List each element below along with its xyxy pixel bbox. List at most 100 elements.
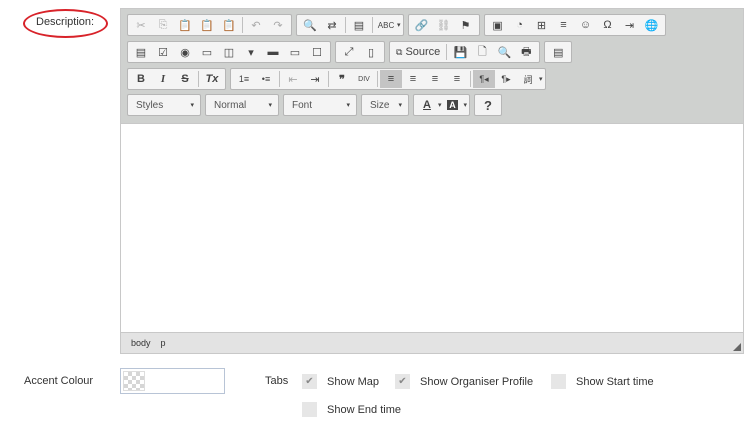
show-organiser-profile-checkbox[interactable]: ✔: [395, 374, 410, 389]
spellcheck-icon[interactable]: ABC: [375, 16, 397, 34]
remove-format-icon[interactable]: Tx: [201, 70, 223, 88]
paste-word-icon[interactable]: 📋: [218, 16, 240, 34]
ltr-icon[interactable]: ¶◂: [473, 70, 495, 88]
show-start-time-option[interactable]: Show Start time: [551, 374, 654, 389]
horizontal-line-icon[interactable]: ≡: [553, 16, 575, 34]
new-page-icon[interactable]: 🗋: [471, 43, 493, 61]
button-field-icon[interactable]: ▬: [262, 43, 284, 61]
tabs-label: Tabs: [265, 375, 289, 387]
toolbar-separator: [345, 17, 346, 33]
div-container-icon[interactable]: DIV: [353, 70, 375, 88]
show-end-time-option[interactable]: Show End time: [302, 402, 401, 417]
show-map-label: Show Map: [327, 375, 379, 388]
print-icon[interactable]: 🖶: [515, 43, 537, 61]
toolbar-separator: [242, 17, 243, 33]
forms-group: ▤ ☑ ◉ ▭ ◫ ▾ ▬ ▭ ☐: [127, 41, 331, 63]
toolbar-separator: [446, 44, 448, 60]
italic-icon[interactable]: I: [152, 70, 174, 88]
clipboard-group: ✂ ⎘ 📋 📋 📋 ↶ ↷: [127, 14, 292, 36]
rtl-icon[interactable]: ¶▸: [495, 70, 517, 88]
show-blocks-icon[interactable]: ▯: [360, 43, 382, 61]
replace-icon[interactable]: ⇄: [321, 16, 343, 34]
editor-toolbar: ✂ ⎘ 📋 📋 📋 ↶ ↷ 🔍 ⇄ ▤ ABC ▾ 🔗 ⛓ ⚑ ▣ ◔ ⊞ ≡ …: [121, 9, 743, 123]
checkbox-icon[interactable]: ☑: [152, 43, 174, 61]
transparent-swatch-icon[interactable]: [123, 371, 145, 391]
image-button-icon[interactable]: ▭: [284, 43, 306, 61]
show-start-time-checkbox[interactable]: [551, 374, 566, 389]
accent-colour-input[interactable]: [120, 368, 225, 394]
hidden-field-icon[interactable]: ☐: [306, 43, 328, 61]
chevron-down-icon[interactable]: ▾: [539, 75, 543, 83]
show-organiser-profile-option[interactable]: ✔ Show Organiser Profile: [395, 374, 533, 389]
help-icon[interactable]: ?: [477, 96, 499, 114]
show-organiser-profile-label: Show Organiser Profile: [420, 375, 534, 388]
undo-icon[interactable]: ↶: [245, 16, 267, 34]
accent-colour-label: Accent Colour: [24, 375, 94, 387]
maximize-icon[interactable]: ⤢: [338, 43, 360, 61]
size-dropdown-label: Size: [370, 99, 390, 111]
outdent-icon[interactable]: ⇤: [282, 70, 304, 88]
source-icon: ⧉: [396, 46, 403, 57]
format-dropdown[interactable]: Normal ▾: [205, 94, 279, 116]
radio-icon[interactable]: ◉: [174, 43, 196, 61]
unlink-icon[interactable]: ⛓: [433, 16, 455, 34]
colors-group: A ▾ A ▾: [413, 94, 471, 116]
select-all-icon[interactable]: ▤: [348, 16, 370, 34]
textarea-icon[interactable]: ◫: [218, 43, 240, 61]
path-body[interactable]: body: [131, 338, 151, 348]
view-group: ⤢ ▯: [335, 41, 385, 63]
iframe-globe-icon[interactable]: 🌐: [641, 16, 663, 34]
background-color-icon[interactable]: A: [442, 96, 464, 114]
paste-text-icon[interactable]: 📋: [196, 16, 218, 34]
image-icon[interactable]: ▣: [487, 16, 509, 34]
styles-dropdown[interactable]: Styles ▾: [127, 94, 201, 116]
save-icon[interactable]: 💾: [449, 43, 471, 61]
editor-content-area[interactable]: [121, 123, 743, 333]
source-button[interactable]: ⧉ Source: [392, 43, 444, 61]
redo-icon[interactable]: ↷: [267, 16, 289, 34]
rich-text-editor: ✂ ⎘ 📋 📋 📋 ↶ ↷ 🔍 ⇄ ▤ ABC ▾ 🔗 ⛓ ⚑ ▣ ◔ ⊞ ≡ …: [120, 8, 744, 354]
bold-icon[interactable]: B: [130, 70, 152, 88]
format-dropdown-label: Normal: [214, 99, 247, 111]
cut-icon[interactable]: ✂: [130, 16, 152, 34]
indent-icon[interactable]: ⇥: [304, 70, 326, 88]
show-end-time-checkbox[interactable]: [302, 402, 317, 417]
resize-handle-icon[interactable]: [733, 343, 741, 351]
special-char-icon[interactable]: Ω: [597, 16, 619, 34]
toolbar-separator: [328, 71, 329, 87]
link-icon[interactable]: 🔗: [411, 16, 433, 34]
select-field-icon[interactable]: ▾: [240, 43, 262, 61]
blockquote-icon[interactable]: ❞: [331, 70, 353, 88]
page-break-icon[interactable]: ⇥: [619, 16, 641, 34]
chevron-down-icon[interactable]: ▾: [397, 21, 401, 29]
chevron-down-icon[interactable]: ▾: [464, 101, 468, 109]
font-dropdown[interactable]: Font ▾: [283, 94, 357, 116]
align-left-icon[interactable]: ≡: [380, 70, 402, 88]
anchor-icon[interactable]: ⚑: [455, 16, 477, 34]
align-right-icon[interactable]: ≡: [424, 70, 446, 88]
textfield-icon[interactable]: ▭: [196, 43, 218, 61]
show-map-option[interactable]: ✔ Show Map: [302, 374, 379, 389]
form-icon[interactable]: ▤: [130, 43, 152, 61]
size-dropdown[interactable]: Size ▾: [361, 94, 409, 116]
font-dropdown-label: Font: [292, 99, 313, 111]
justify-icon[interactable]: ≡: [446, 70, 468, 88]
flash-icon[interactable]: ◔: [509, 16, 531, 34]
strikethrough-icon[interactable]: S: [174, 70, 196, 88]
background-color-swatch: A: [447, 100, 458, 110]
bulleted-list-icon[interactable]: •≡: [255, 70, 277, 88]
paste-icon[interactable]: 📋: [174, 16, 196, 34]
table-icon[interactable]: ⊞: [531, 16, 553, 34]
find-icon[interactable]: 🔍: [299, 16, 321, 34]
language-icon[interactable]: 詞: [517, 70, 539, 88]
align-center-icon[interactable]: ≡: [402, 70, 424, 88]
smiley-icon[interactable]: ☺: [575, 16, 597, 34]
show-end-time-label: Show End time: [327, 403, 401, 416]
copy-icon[interactable]: ⎘: [152, 16, 174, 34]
path-p[interactable]: p: [161, 338, 166, 348]
text-color-icon[interactable]: A: [416, 96, 438, 114]
preview-icon[interactable]: 🔍: [493, 43, 515, 61]
templates-icon[interactable]: ▤: [547, 43, 569, 61]
show-map-checkbox[interactable]: ✔: [302, 374, 317, 389]
numbered-list-icon[interactable]: 1≡: [233, 70, 255, 88]
